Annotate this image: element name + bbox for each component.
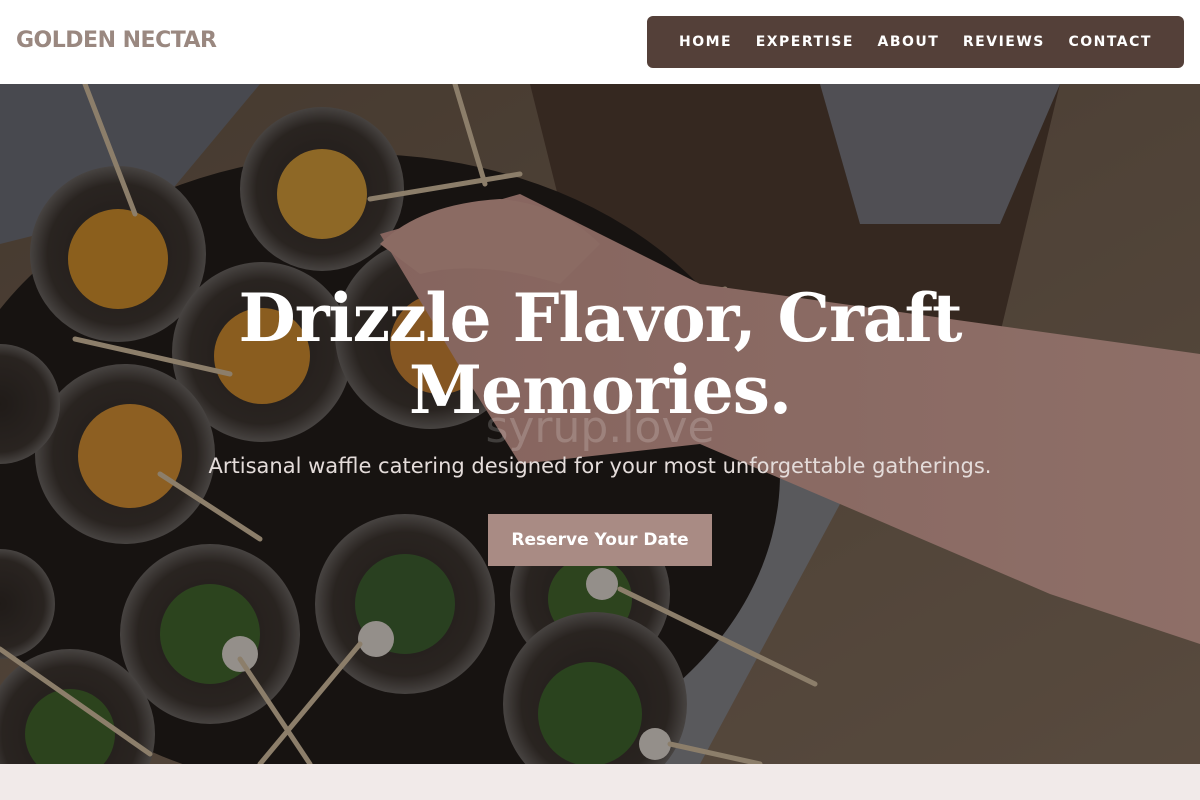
site-header: GOLDEN NECTAR HOME EXPERTISE ABOUT REVIE… [0,0,1200,84]
nav-item-contact[interactable]: CONTACT [1068,34,1152,50]
main-nav: HOME EXPERTISE ABOUT REVIEWS CONTACT [647,16,1184,68]
nav-item-home[interactable]: HOME [679,34,732,50]
watermark-text: syrup.love [485,402,715,453]
nav-item-about[interactable]: ABOUT [878,34,940,50]
hero-title-line-1: Drizzle Flavor, Craft [238,279,962,357]
brand-logo[interactable]: GOLDEN NECTAR [16,28,217,53]
next-section-strip [0,764,1200,800]
nav-item-reviews[interactable]: REVIEWS [963,34,1045,50]
hero-subtitle: Artisanal waffle catering designed for y… [208,454,992,478]
reserve-date-button[interactable]: Reserve Your Date [488,514,712,566]
hero-section: Drizzle Flavor, Craft Memories. syrup.lo… [0,84,1200,764]
nav-item-expertise[interactable]: EXPERTISE [756,34,854,50]
